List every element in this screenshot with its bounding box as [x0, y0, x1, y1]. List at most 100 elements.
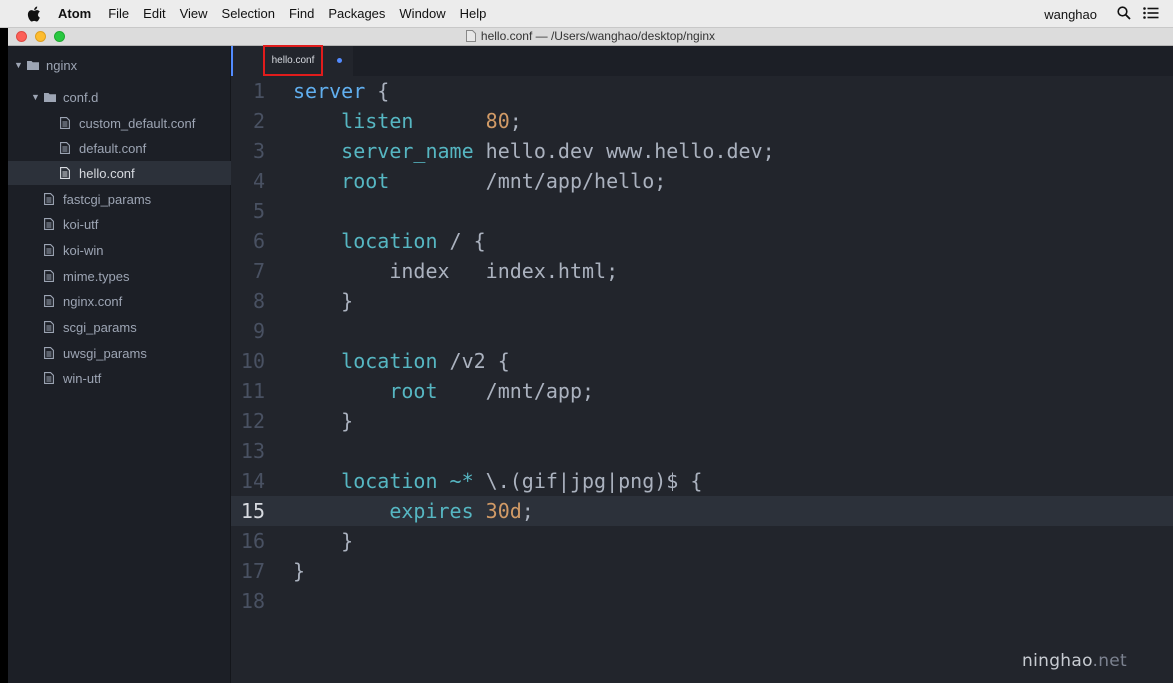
- line-number: 13: [240, 439, 265, 463]
- line-number: 16: [240, 529, 265, 553]
- spotlight-search-icon[interactable]: [1117, 5, 1131, 23]
- code-token: index: [389, 259, 450, 283]
- code-line: 13: [231, 436, 1173, 466]
- code-line: 7 index index.html;: [231, 256, 1173, 286]
- line-number: 7: [252, 259, 265, 283]
- code-token: 30d: [485, 499, 522, 523]
- code-token: index.html;: [449, 259, 619, 283]
- line-number: 5: [252, 199, 265, 223]
- watermark-logo: ninghao.net: [1022, 651, 1127, 671]
- notification-center-icon[interactable]: [1143, 6, 1159, 22]
- window-title: hello.conf — /Users/wanghao/desktop/ngin…: [480, 29, 716, 43]
- file-text-icon: [44, 218, 56, 231]
- tree-file-label: default.conf: [79, 140, 147, 156]
- line-number: 15: [240, 499, 265, 523]
- tab-highlight-box: hello.conf: [263, 45, 323, 76]
- code-line: 11 root /mnt/app;: [231, 376, 1173, 406]
- code-token: expires: [389, 499, 474, 523]
- menu-edit[interactable]: Edit: [143, 6, 165, 21]
- code-token: {: [365, 79, 390, 103]
- tree-folder-conf-d[interactable]: ▼ conf.d: [8, 85, 253, 109]
- tree-file-label: koi-win: [63, 242, 104, 258]
- line-number: 14: [240, 469, 265, 493]
- code-token: ~*: [449, 469, 474, 493]
- code-line: 18: [231, 586, 1173, 616]
- line-number: 11: [240, 379, 265, 403]
- line-number: 2: [252, 109, 265, 133]
- line-number: 3: [252, 139, 265, 163]
- code-token: root: [341, 169, 390, 193]
- code-token: /mnt/app/hello;: [389, 169, 667, 193]
- tree-file-scgi-params[interactable]: scgi_params: [8, 315, 266, 339]
- code-editor[interactable]: 1 server { 2 listen 80; 3 server_name he…: [231, 76, 1173, 683]
- menu-window[interactable]: Window: [399, 6, 445, 21]
- code-line: 16 }: [231, 526, 1173, 556]
- line-number: 6: [252, 229, 265, 253]
- code-token: server: [293, 79, 366, 103]
- code-token: listen: [341, 109, 414, 133]
- code-line: 9: [231, 316, 1173, 346]
- menu-find[interactable]: Find: [289, 6, 314, 21]
- menu-selection[interactable]: Selection: [222, 6, 275, 21]
- code-token: location: [341, 469, 438, 493]
- tree-file-label: nginx.conf: [63, 293, 123, 309]
- file-text-icon: [60, 142, 72, 155]
- editor-pane: hello.conf 1 server { 2 listen 80; 3 ser…: [231, 45, 1173, 683]
- code-token: location: [341, 349, 438, 373]
- code-line: 5: [231, 196, 1173, 226]
- tree-file-koi-win[interactable]: koi-win: [8, 238, 266, 262]
- tree-file-koi-utf[interactable]: koi-utf: [8, 212, 266, 236]
- file-text-icon: [44, 193, 56, 206]
- menu-help[interactable]: Help: [460, 6, 487, 21]
- file-text-icon: [44, 372, 56, 385]
- file-text-icon: [44, 295, 56, 308]
- line-number: 18: [240, 589, 265, 613]
- line-number: 8: [252, 289, 265, 313]
- code-token: \.(gif|jpg|png)$ {: [473, 469, 703, 493]
- tab-bar: hello.conf: [231, 45, 1173, 76]
- tree-file-win-utf[interactable]: win-utf: [8, 366, 266, 390]
- tree-file-label: mime.types: [63, 268, 130, 284]
- code-token: /mnt/app;: [437, 379, 595, 403]
- chevron-down-icon: ▼: [14, 60, 23, 70]
- menu-view[interactable]: View: [180, 6, 208, 21]
- code-line-current: 15 expires 30d;: [231, 496, 1173, 526]
- tree-root-nginx[interactable]: ▼ nginx: [8, 53, 236, 77]
- watermark-suffix: .net: [1092, 651, 1127, 671]
- folder-icon: [44, 91, 56, 104]
- code-token: 80: [485, 109, 510, 133]
- code-token: root: [389, 379, 438, 403]
- file-text-icon: [44, 347, 56, 360]
- tree-file-label: scgi_params: [63, 319, 137, 335]
- tree-folder-label: conf.d: [63, 89, 99, 105]
- tree-file-label: koi-utf: [63, 216, 99, 232]
- tree-file-fastcgi-params[interactable]: fastcgi_params: [8, 187, 266, 211]
- chevron-down-icon: ▼: [31, 92, 40, 102]
- tree-file-mime-types[interactable]: mime.types: [8, 264, 266, 288]
- tree-file-label: custom_default.conf: [79, 115, 196, 131]
- code-line: 3 server_name hello.dev www.hello.dev;: [231, 136, 1173, 166]
- window-titlebar: hello.conf — /Users/wanghao/desktop/ngin…: [8, 28, 1173, 46]
- file-text-icon: [44, 270, 56, 283]
- menubar-username[interactable]: wanghao: [1044, 7, 1097, 22]
- tree-file-label: win-utf: [63, 370, 102, 386]
- tree-file-label: fastcgi_params: [63, 191, 152, 207]
- menu-packages[interactable]: Packages: [328, 6, 385, 21]
- file-text-icon: [44, 321, 56, 334]
- tree-file-uwsgi-params[interactable]: uwsgi_params: [8, 341, 266, 365]
- menu-app-name[interactable]: Atom: [58, 6, 91, 21]
- menu-file[interactable]: File: [108, 6, 129, 21]
- modified-indicator-icon[interactable]: [337, 58, 342, 63]
- menubar: Atom File Edit View Selection Find Packa…: [0, 0, 1173, 28]
- tree-file-label: uwsgi_params: [63, 345, 147, 361]
- code-line: 2 listen 80;: [231, 106, 1173, 136]
- apple-icon[interactable]: [27, 6, 41, 22]
- tree-file-nginx-conf[interactable]: nginx.conf: [8, 289, 266, 313]
- tab-hello-conf[interactable]: hello.conf: [231, 45, 353, 76]
- code-line: 8 }: [231, 286, 1173, 316]
- line-number: 12: [240, 409, 265, 433]
- watermark-brand: ninghao: [1022, 651, 1093, 671]
- code-token: }: [341, 289, 354, 313]
